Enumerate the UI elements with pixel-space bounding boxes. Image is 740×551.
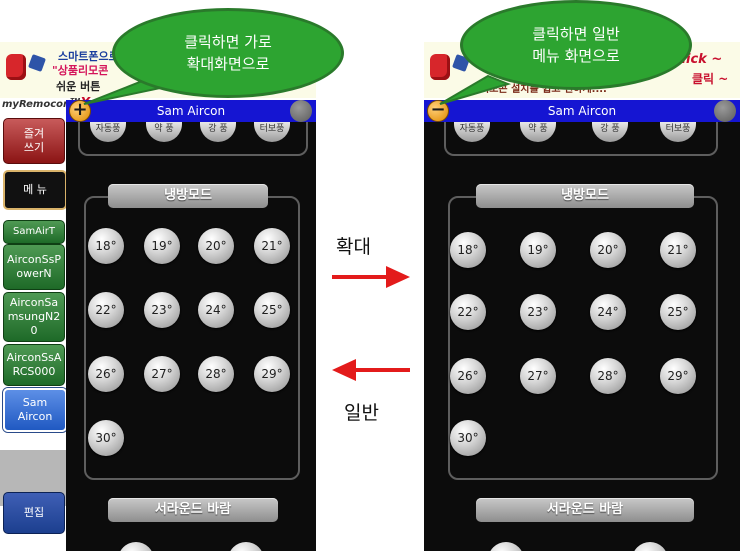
callout-normal-hint: 클릭하면 일반 메뉴 화면으로 <box>460 0 692 90</box>
callout-expand-hint: 클릭하면 가로 확대화면으로 <box>112 8 344 98</box>
arrow-right-icon <box>332 266 410 288</box>
arrow-left-icon <box>332 359 410 381</box>
expand-label: 확대 <box>336 236 371 258</box>
normal-label: 일반 <box>344 402 379 424</box>
